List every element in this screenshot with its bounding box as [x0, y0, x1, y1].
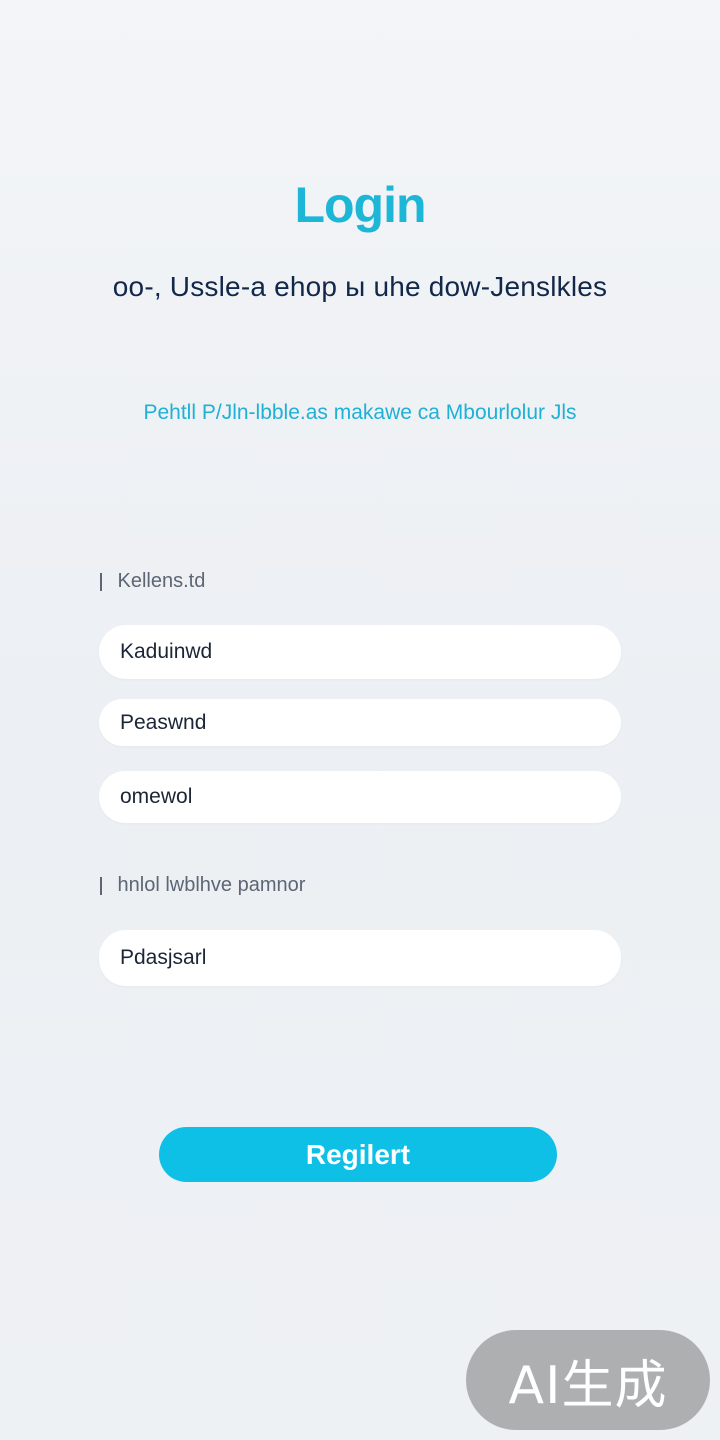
page-title: Login	[294, 177, 426, 233]
page-subtitle: oo-, Ussle-a ehop ы uhe dow-Jenslkles	[112, 271, 608, 302]
password-field[interactable]: Peaswnd	[99, 699, 621, 746]
section-label-account: Kellens.td	[100, 570, 205, 593]
section-label-text: Kellens.td	[117, 570, 206, 592]
section-label-password: hnlol lwblhve pamnor	[100, 874, 305, 897]
login-screen: Login oo-, Ussle-a ehop ы uhe dow-Jenslk…	[0, 0, 720, 1440]
confirm-password-field-value: omewol	[120, 785, 193, 808]
confirm-password-field[interactable]: omewol	[99, 771, 621, 823]
section-marker	[100, 876, 102, 895]
new-password-field-value: Pdasjsarl	[120, 946, 207, 969]
section-marker	[100, 572, 102, 591]
new-password-field[interactable]: Pdasjsarl	[99, 930, 621, 986]
ai-generated-watermark: AI生成	[466, 1330, 710, 1430]
password-field-value: Peaswnd	[120, 710, 207, 734]
username-field[interactable]: Kaduinwd	[99, 625, 621, 679]
register-button[interactable]: Regilert	[159, 1127, 557, 1182]
section-label-text: hnlol lwblhve pamnor	[117, 874, 306, 896]
username-field-value: Kaduinwd	[120, 640, 213, 663]
tagline-text: Pehtll P/Jln-lbble.as makawe ca Mbourlol…	[143, 401, 577, 424]
